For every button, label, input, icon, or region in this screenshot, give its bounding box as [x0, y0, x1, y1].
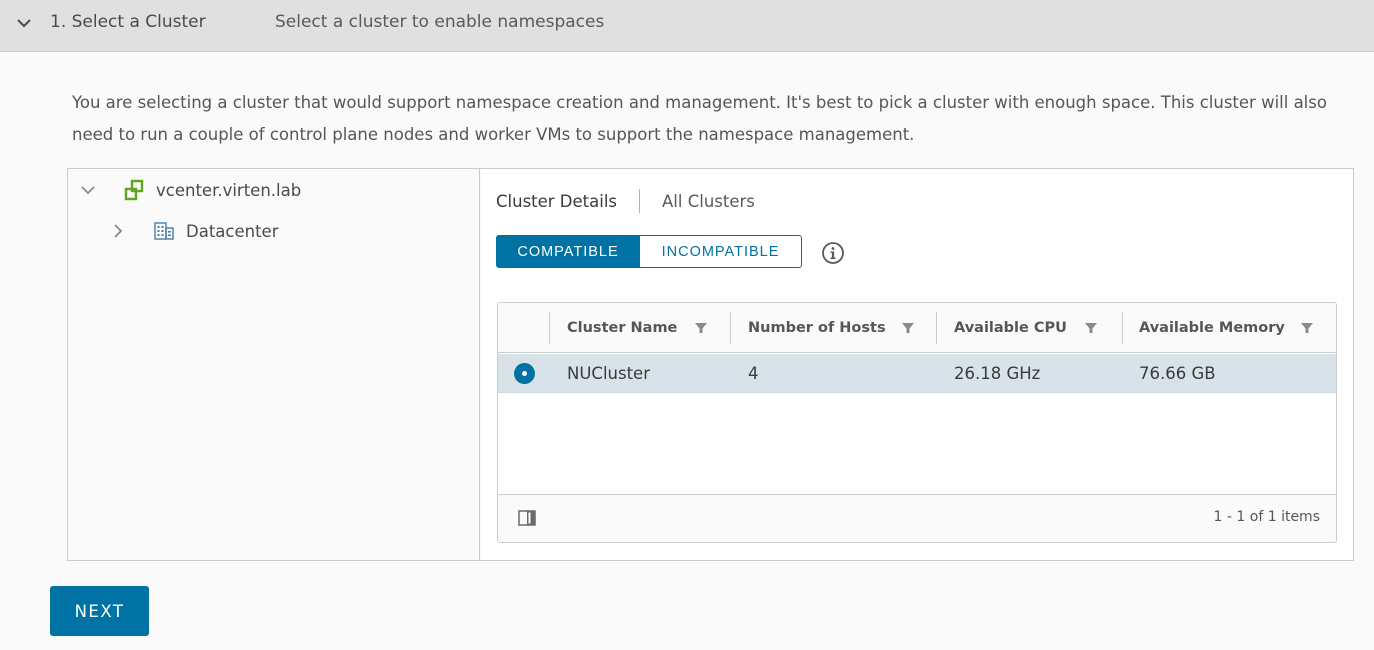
column-header-available-cpu[interactable]: Available CPU — [954, 303, 1097, 353]
column-divider — [936, 312, 937, 344]
info-icon[interactable] — [821, 241, 845, 265]
column-divider — [549, 312, 550, 344]
tree-node-label: vcenter.virten.lab — [156, 180, 302, 200]
filter-icon[interactable] — [901, 322, 914, 334]
column-header-label: Available CPU — [954, 320, 1067, 336]
step-description: Select a cluster to enable namespaces — [275, 12, 605, 32]
step-title: 1. Select a Cluster — [50, 12, 206, 32]
column-header-label: Available Memory — [1139, 320, 1285, 336]
table-row[interactable]: NUCluster 4 26.18 GHz 76.66 GB — [498, 354, 1336, 393]
compatible-button[interactable]: COMPATIBLE — [496, 235, 640, 268]
tab-all-clusters[interactable]: All Clusters — [662, 192, 755, 211]
column-divider — [730, 312, 731, 344]
next-button[interactable]: NEXT — [50, 586, 149, 636]
column-divider — [1122, 312, 1123, 344]
filter-icon[interactable] — [695, 322, 708, 334]
intro-text: You are selecting a cluster that would s… — [72, 93, 1327, 144]
row-select-radio[interactable] — [514, 363, 535, 384]
step-header[interactable]: 1. Select a Cluster Select a cluster to … — [0, 0, 1374, 52]
details-tabs: Cluster Details All Clusters — [496, 189, 755, 213]
tree-node-label: Datacenter — [186, 221, 279, 241]
tab-separator — [639, 189, 641, 213]
cluster-selection-panel: vcenter.virten.lab Datacenter Cluster De… — [67, 168, 1354, 561]
tree-node-datacenter[interactable]: Datacenter — [110, 216, 278, 246]
grid-footer: 1 - 1 of 1 items — [498, 494, 1336, 542]
column-header-number-of-hosts[interactable]: Number of Hosts — [748, 303, 914, 353]
column-header-label: Cluster Name — [567, 320, 678, 336]
tree-node-vcenter[interactable]: vcenter.virten.lab — [80, 175, 301, 205]
cell-number-of-hosts: 4 — [748, 364, 759, 383]
cell-available-memory: 76.66 GB — [1139, 364, 1216, 383]
cluster-grid: Cluster Name Number of Hosts Available C… — [497, 302, 1337, 543]
cell-cluster-name: NUCluster — [567, 364, 650, 383]
datacenter-icon — [154, 222, 174, 240]
chevron-right-icon[interactable] — [110, 223, 126, 239]
column-header-available-memory[interactable]: Available Memory — [1139, 303, 1313, 353]
compatibility-toggle: COMPATIBLE INCOMPATIBLE — [496, 235, 802, 268]
cell-available-cpu: 26.18 GHz — [954, 364, 1041, 383]
chevron-down-icon[interactable] — [80, 182, 96, 198]
inventory-tree: vcenter.virten.lab Datacenter — [68, 169, 480, 560]
chevron-down-icon[interactable] — [15, 14, 33, 32]
cluster-details-pane: Cluster Details All Clusters COMPATIBLE … — [481, 169, 1353, 560]
filter-icon[interactable] — [1084, 322, 1097, 334]
filter-icon[interactable] — [1300, 322, 1313, 334]
grid-header: Cluster Name Number of Hosts Available C… — [498, 303, 1336, 353]
tab-cluster-details[interactable]: Cluster Details — [496, 192, 617, 211]
column-header-cluster-name[interactable]: Cluster Name — [567, 303, 708, 353]
column-header-label: Number of Hosts — [748, 320, 886, 336]
column-toggle-icon[interactable] — [518, 510, 536, 526]
incompatible-button[interactable]: INCOMPATIBLE — [640, 235, 802, 268]
vcenter-icon — [124, 179, 144, 201]
pagination-text: 1 - 1 of 1 items — [1213, 509, 1320, 525]
